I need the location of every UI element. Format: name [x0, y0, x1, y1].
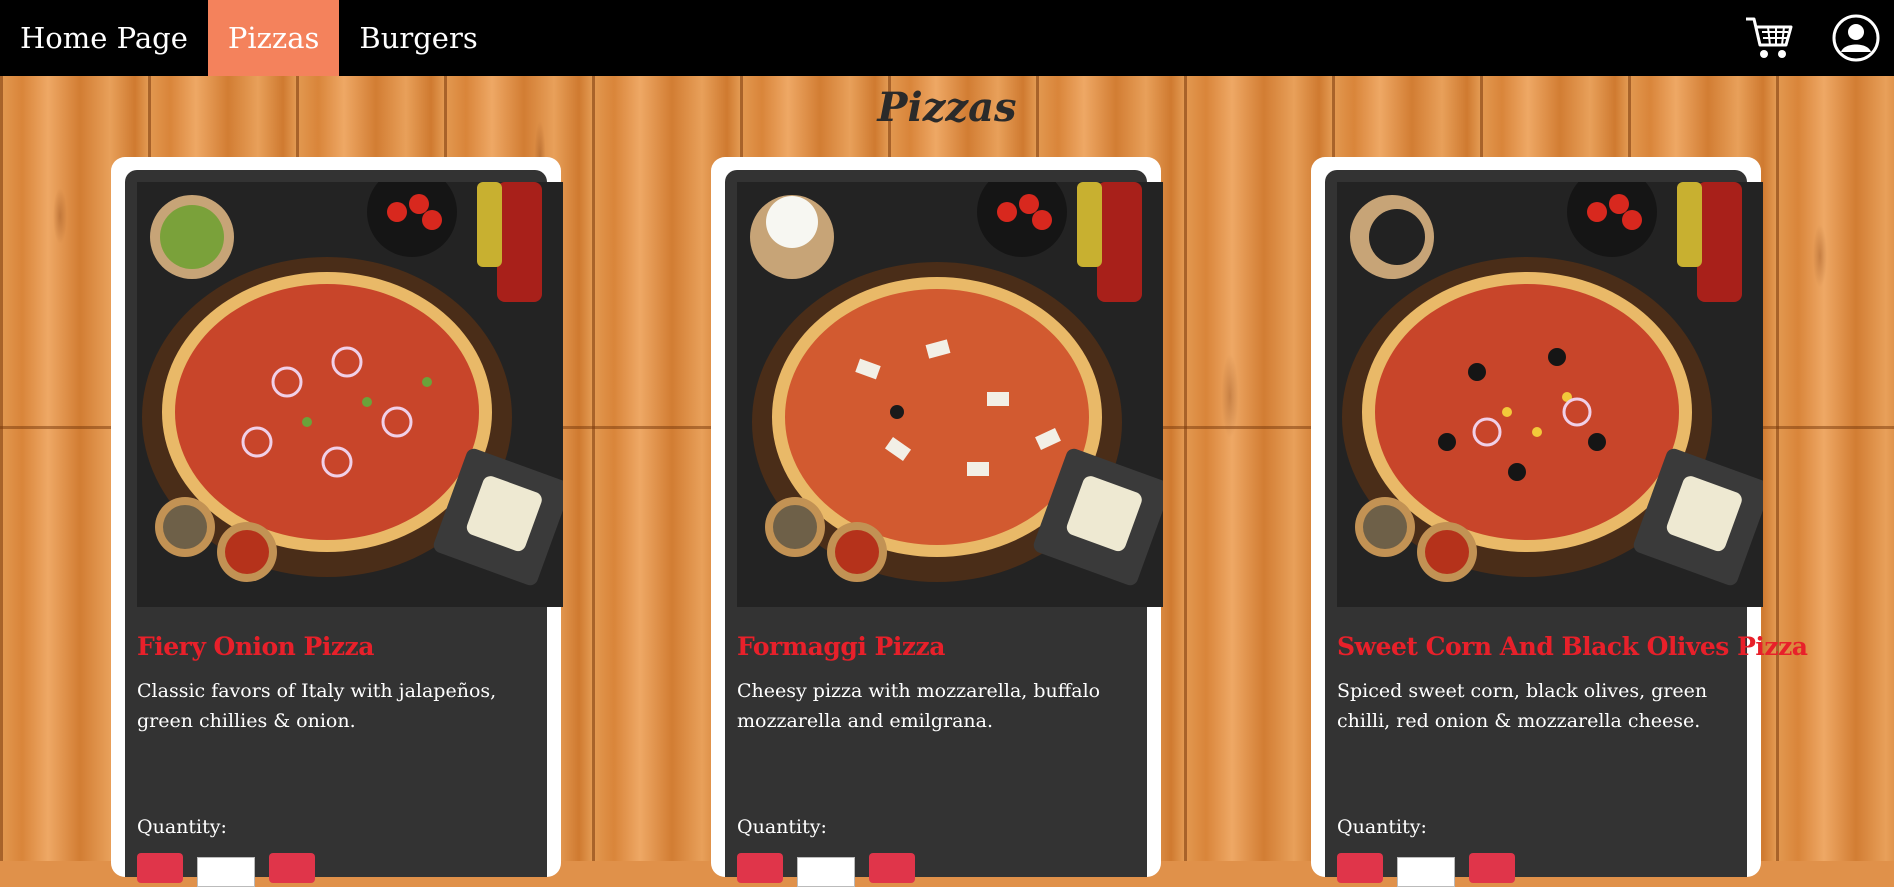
user-account-icon[interactable] — [1832, 14, 1880, 62]
product-card-body: Sweet Corn And Black Olives Pizza Spiced… — [1325, 170, 1808, 887]
product-name: Formaggi Pizza — [737, 632, 945, 661]
product-description: Classic favors of Italy with jalapeños, … — [137, 680, 497, 732]
page-title: Pizzas — [877, 84, 1017, 131]
product-image — [737, 182, 1163, 607]
cart-icon[interactable] — [1744, 15, 1794, 61]
increase-quantity-button[interactable] — [1469, 853, 1515, 883]
increase-quantity-button[interactable] — [869, 853, 915, 883]
top-navbar: Home Page Pizzas Burgers — [0, 0, 1894, 76]
nav-home[interactable]: Home Page — [0, 0, 208, 76]
decrease-quantity-button[interactable] — [1337, 853, 1383, 883]
nav-pizzas[interactable]: Pizzas — [207, 0, 340, 76]
quantity-label: Quantity: — [737, 816, 827, 838]
product-card: Fiery Onion Pizza Classic favors of Ital… — [111, 157, 563, 887]
quantity-input[interactable] — [797, 857, 855, 887]
product-name: Fiery Onion Pizza — [137, 632, 374, 661]
decrease-quantity-button[interactable] — [737, 853, 783, 883]
product-image — [1337, 182, 1763, 607]
quantity-input[interactable] — [197, 857, 255, 887]
product-card: Sweet Corn And Black Olives Pizza Spiced… — [1311, 157, 1808, 887]
decrease-quantity-button[interactable] — [137, 853, 183, 883]
product-description: Cheesy pizza with mozzarella, buffalo mo… — [737, 680, 1101, 732]
quantity-input[interactable] — [1397, 857, 1455, 887]
product-name: Sweet Corn And Black Olives Pizza — [1337, 632, 1808, 661]
product-card: Formaggi Pizza Cheesy pizza with mozzare… — [711, 157, 1163, 887]
quantity-label: Quantity: — [137, 816, 227, 838]
product-description: Spiced sweet corn, black olives, green c… — [1337, 680, 1708, 732]
nav-burgers[interactable]: Burgers — [339, 0, 497, 76]
quantity-label: Quantity: — [1337, 816, 1427, 838]
product-card-body: Fiery Onion Pizza Classic favors of Ital… — [125, 170, 563, 887]
product-image — [137, 182, 563, 607]
product-card-body: Formaggi Pizza Cheesy pizza with mozzare… — [725, 170, 1163, 887]
nav-actions — [1744, 0, 1880, 76]
increase-quantity-button[interactable] — [269, 853, 315, 883]
